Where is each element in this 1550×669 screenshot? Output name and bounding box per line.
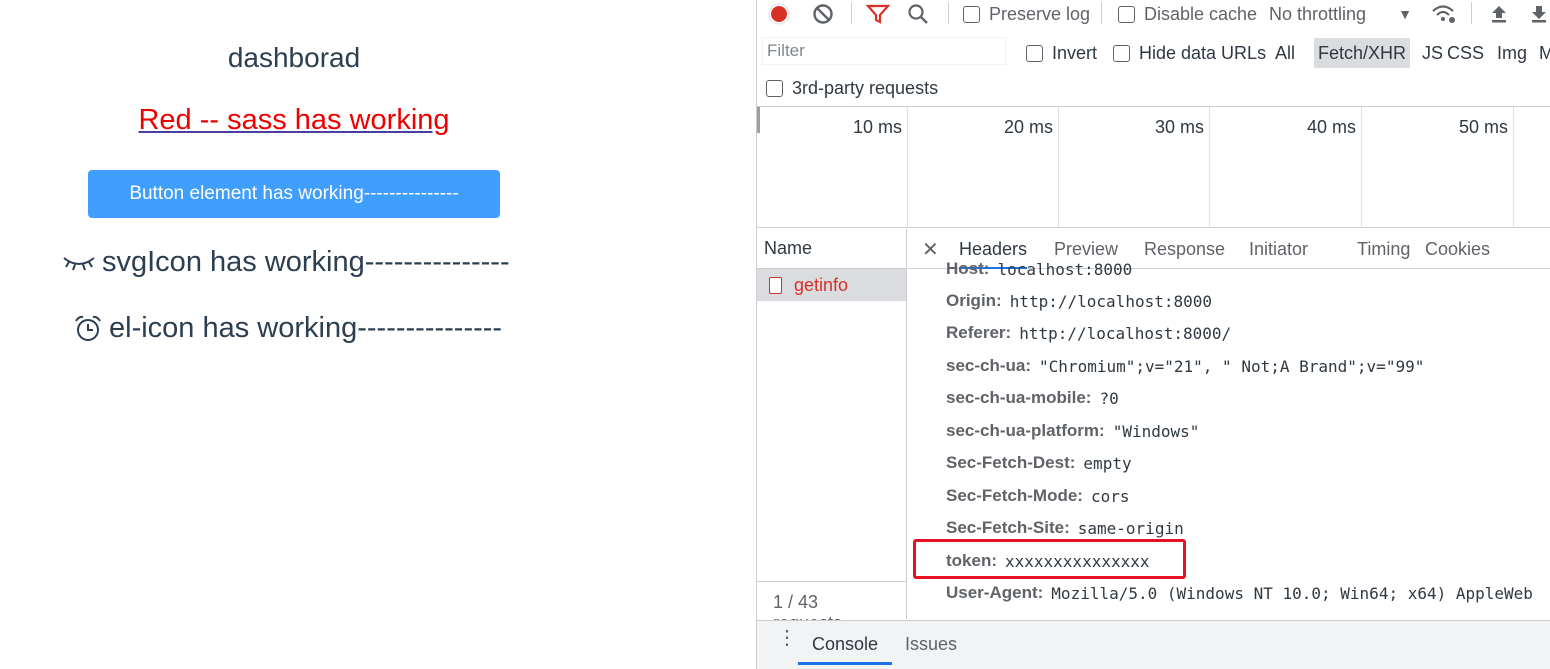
tab-console[interactable]: Console (798, 621, 893, 665)
close-icon[interactable]: ✕ (922, 237, 939, 262)
type-filter-css[interactable]: CSS (1443, 38, 1488, 68)
header-row: sec-ch-ua: "Chromium";v="21", " Not;A Bra… (946, 356, 1425, 376)
throttling-select[interactable]: No throttling ▼ (1269, 0, 1412, 28)
network-toolbar: Preserve log Disable cache No throttling… (757, 0, 1550, 28)
request-name: getinfo (794, 274, 849, 295)
tab-response[interactable]: Response (1144, 229, 1225, 269)
app-page: dashborad Red -- sass has working Button… (0, 0, 756, 669)
header-row: Host: localhost:8000 (946, 259, 1133, 279)
download-icon[interactable] (1529, 0, 1549, 28)
search-icon[interactable] (907, 0, 929, 28)
tab-cookies[interactable]: Cookies (1425, 229, 1490, 269)
preserve-log-checkbox[interactable]: Preserve log (963, 0, 1090, 28)
timeline-tick: 10 ms (757, 107, 908, 227)
disable-cache-checkbox[interactable]: Disable cache (1118, 0, 1257, 28)
wifi-settings-icon[interactable] (1431, 0, 1457, 28)
header-row: Origin: http://localhost:8000 (946, 291, 1213, 311)
primary-button[interactable]: Button element has working--------------… (88, 170, 500, 218)
timeline-overview[interactable]: 10 ms 20 ms 30 ms 40 ms 50 ms (757, 106, 1550, 228)
header-row: Sec-Fetch-Site: same-origin (946, 518, 1184, 538)
filter-icon[interactable] (866, 0, 890, 28)
alarm-clock-icon (73, 314, 103, 344)
document-icon (769, 276, 782, 294)
invert-checkbox[interactable]: Invert (1026, 40, 1097, 66)
type-filter-fetch-xhr[interactable]: Fetch/XHR (1314, 38, 1411, 68)
timeline-tick: 50 ms (1362, 107, 1514, 227)
sass-test-text: Red -- sass has working (138, 104, 450, 136)
page-title: dashborad (227, 42, 361, 73)
timeline-tick: 40 ms (1210, 107, 1362, 227)
svg-icon-text: svgIcon has working--------------- (102, 246, 510, 278)
devtools-network-panel: Preserve log Disable cache No throttling… (756, 0, 1550, 669)
filter-bar: Invert Hide data URLs All Fetch/XHR JS C… (757, 32, 1550, 72)
tab-timing[interactable]: Timing (1357, 229, 1410, 269)
type-filter-all[interactable]: All (1271, 38, 1299, 68)
timeline-tick: 20 ms (908, 107, 1059, 227)
filter-input[interactable] (762, 37, 1006, 65)
timeline-tick: 30 ms (1059, 107, 1210, 227)
request-list: Name getinfo 1 / 43 requests (757, 229, 907, 633)
name-column-header[interactable]: Name (757, 229, 907, 269)
el-icon-text: el-icon has working--------------- (109, 312, 503, 344)
el-icon-line: el-icon has working--------------- (73, 312, 502, 345)
tab-initiator[interactable]: Initiator (1249, 229, 1308, 269)
svg-icon-line: svgIcon has working--------------- (62, 246, 510, 279)
upload-icon[interactable] (1489, 0, 1509, 28)
tab-issues[interactable]: Issues (905, 621, 957, 665)
header-row: sec-ch-ua-platform: "Windows" (946, 421, 1200, 441)
token-highlight-box (913, 539, 1186, 579)
clear-icon[interactable] (812, 0, 834, 28)
header-row: Sec-Fetch-Mode: cors (946, 486, 1130, 506)
header-row: Referer: http://localhost:8000/ (946, 323, 1232, 343)
header-row: Sec-Fetch-Dest: empty (946, 453, 1132, 473)
type-filter-media[interactable]: M (1535, 38, 1550, 68)
header-row: User-Agent: Mozilla/5.0 (Windows NT 10.0;… (946, 583, 1533, 603)
hide-data-urls-checkbox[interactable]: Hide data URLs (1113, 40, 1266, 66)
third-party-checkbox[interactable]: 3rd-party requests (766, 76, 938, 100)
request-row[interactable]: getinfo (757, 269, 906, 301)
record-icon[interactable] (768, 0, 790, 28)
type-filter-img[interactable]: Img (1493, 38, 1531, 68)
header-row: sec-ch-ua-mobile: ?0 (946, 388, 1119, 408)
caret-down-icon: ▼ (1398, 6, 1412, 22)
more-menu-icon[interactable]: ⋮ (777, 628, 797, 648)
request-details: ✕ Headers Preview Response Initiator Tim… (908, 229, 1550, 619)
eye-closed-icon (62, 253, 96, 273)
request-count: 1 / 43 requests (757, 581, 907, 633)
drawer-bar: ⋮ Console Issues (757, 620, 1550, 669)
